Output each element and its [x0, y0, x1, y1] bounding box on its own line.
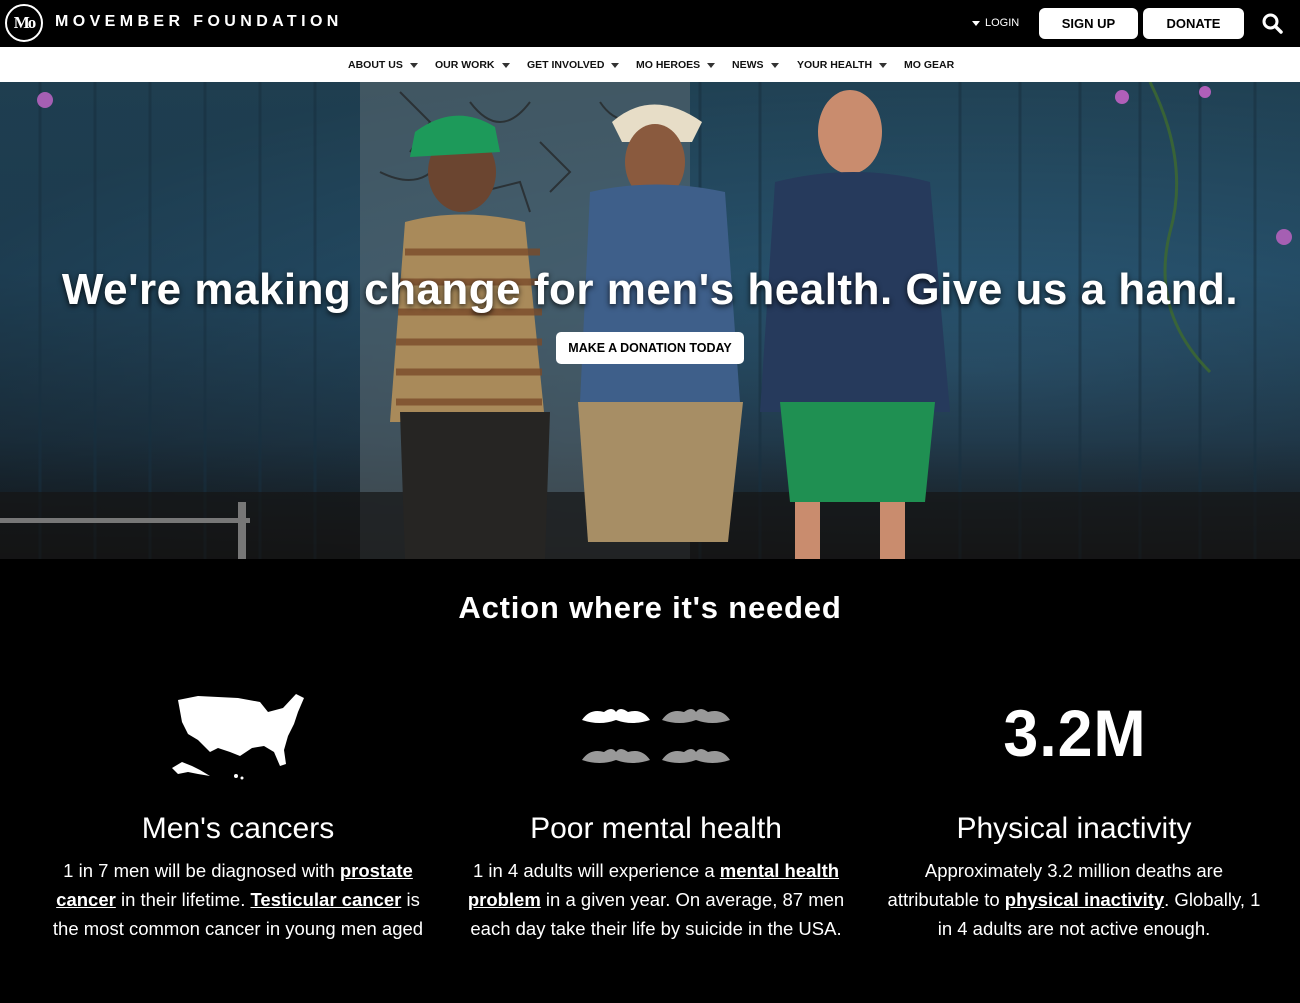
nav-item-about-us[interactable]: ABOUT US — [348, 59, 418, 71]
caret-down-icon — [611, 62, 620, 68]
nav-item-news[interactable]: NEWS — [732, 59, 779, 71]
search-icon[interactable] — [1262, 13, 1283, 34]
nav-label: NEWS — [732, 59, 764, 71]
nav-item-get-involved[interactable]: GET INVOLVED — [527, 59, 620, 71]
hero-banner: We're making change for men's health. Gi… — [0, 82, 1300, 559]
hero-headline: We're making change for men's health. Gi… — [61, 265, 1239, 314]
movember-logo-icon[interactable]: Mo — [5, 4, 43, 42]
caret-down-icon — [707, 62, 716, 68]
top-bar: Mo MOVEMBER FOUNDATION LOGIN SIGN UP DON… — [0, 0, 1300, 47]
section-title: Action where it's needed — [458, 590, 842, 625]
person-right — [760, 90, 950, 559]
mens-cancers-title: Men's cancers — [141, 812, 335, 845]
poor-mental-health-text: 1 in 4 adults will experience a mental h… — [466, 856, 846, 943]
make-donation-button[interactable]: MAKE A DONATION TODAY — [556, 332, 744, 364]
nav-label: MO GEAR — [904, 59, 955, 71]
nav-item-our-work[interactable]: OUR WORK — [435, 59, 510, 71]
physical-inactivity-title: Physical inactivity — [956, 812, 1192, 845]
stat-value: 3.2M — [1003, 696, 1147, 770]
caret-down-icon — [879, 62, 888, 68]
text-segment: 1 in 4 adults will experience a — [472, 860, 720, 881]
nav-label: YOUR HEALTH — [797, 59, 873, 71]
caret-down-icon — [501, 62, 510, 68]
poor-mental-health-title: Poor mental health — [530, 812, 782, 845]
nav-label: OUR WORK — [435, 59, 495, 71]
caret-down-icon — [972, 20, 980, 26]
brand-name[interactable]: MOVEMBER FOUNDATION — [55, 13, 343, 31]
text-segment: 1 in 7 men will be diagnosed with — [63, 860, 340, 881]
usa-map-icon — [172, 694, 304, 780]
login-link[interactable]: LOGIN — [972, 17, 1019, 29]
hero-photo — [0, 82, 1300, 559]
donate-button[interactable]: DONATE — [1143, 8, 1244, 39]
nav-item-mo-heroes[interactable]: MO HEROES — [636, 59, 716, 71]
text-segment: in their lifetime. — [115, 889, 251, 910]
nav-label: MO HEROES — [636, 59, 701, 71]
nav-label: GET INVOLVED — [527, 59, 605, 71]
nav-label: ABOUT US — [348, 59, 403, 71]
caret-down-icon — [770, 62, 779, 68]
testicular-cancer-link[interactable]: Testicular cancer — [251, 889, 402, 910]
nav-item-your-health[interactable]: YOUR HEALTH — [797, 59, 888, 71]
physical-inactivity-text: Approximately 3.2 million deaths are att… — [884, 856, 1264, 943]
physical-inactivity-link[interactable]: physical inactivity — [1005, 889, 1164, 910]
moustaches-icon — [582, 709, 730, 763]
nav-item-mo-gear[interactable]: MO GEAR — [904, 59, 954, 71]
caret-down-icon — [409, 62, 418, 68]
login-label: LOGIN — [985, 17, 1020, 29]
sign-up-button[interactable]: SIGN UP — [1039, 8, 1138, 39]
main-nav: ABOUT US OUR WORK GET INVOLVED MO HEROES… — [0, 47, 1300, 82]
mens-cancers-text: 1 in 7 men will be diagnosed with prosta… — [48, 856, 428, 943]
